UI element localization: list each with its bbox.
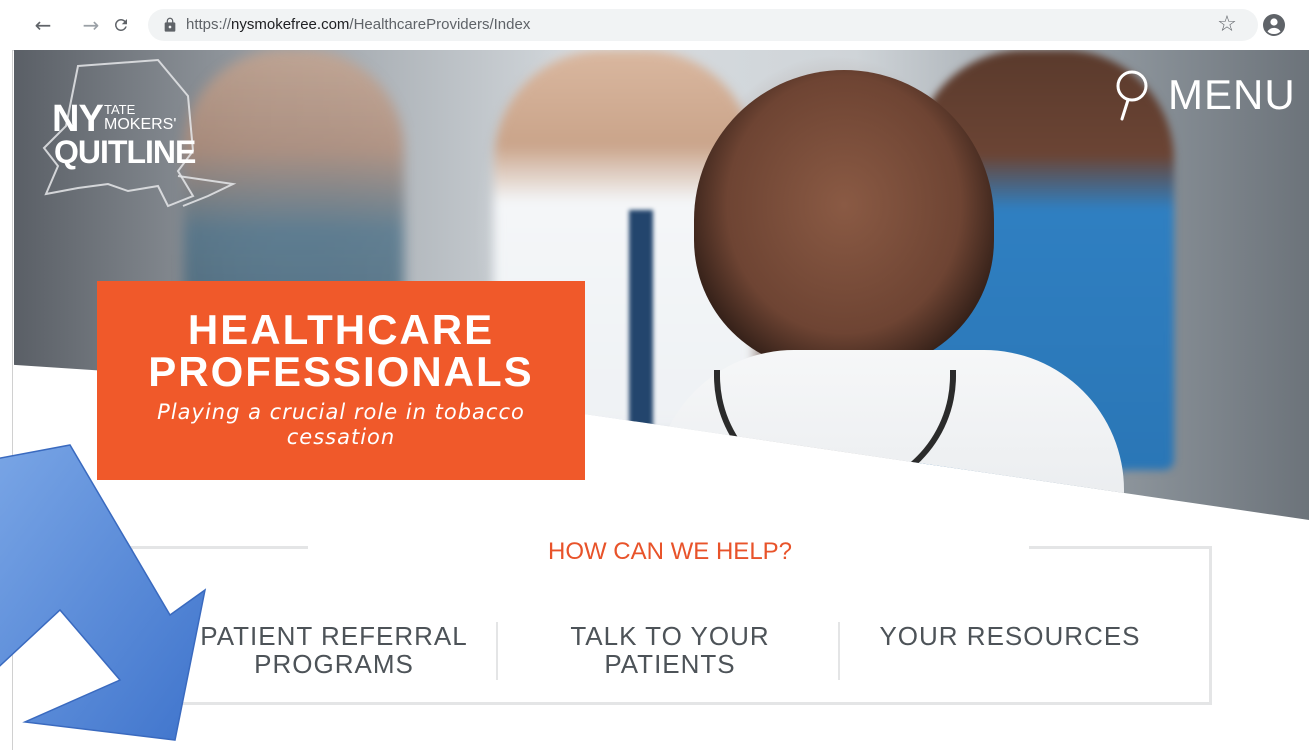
arrow-right-icon: → bbox=[82, 13, 100, 37]
page-title-line1: HEALTHCARE bbox=[187, 306, 495, 353]
help-box-top-right-border bbox=[1029, 546, 1209, 549]
star-icon: ☆ bbox=[1217, 12, 1237, 37]
account-circle-icon[interactable] bbox=[1262, 13, 1286, 37]
logo-quitline: QUITLINE bbox=[54, 134, 196, 170]
hero-stethoscope bbox=[714, 370, 956, 496]
back-button[interactable]: ← bbox=[28, 10, 58, 40]
url-protocol: https:// bbox=[186, 16, 232, 33]
arrow-left-icon: ← bbox=[34, 13, 52, 37]
menu-button[interactable]: MENU bbox=[1110, 69, 1296, 121]
help-heading: HOW CAN WE HELP? bbox=[547, 538, 793, 565]
reload-button[interactable] bbox=[106, 10, 136, 40]
lock-icon bbox=[164, 17, 176, 32]
reload-icon bbox=[114, 18, 127, 31]
help-link-talk-line2[interactable]: PATIENTS bbox=[604, 649, 735, 679]
help-link-talk-to-patients[interactable]: TALK TO YOUR PATIENTS bbox=[515, 622, 825, 678]
hero-person-main bbox=[694, 70, 994, 370]
help-divider-1 bbox=[496, 622, 498, 680]
bookmark-star-button[interactable]: ☆ bbox=[1214, 12, 1240, 38]
help-link-your-resources[interactable]: YOUR RESOURCES bbox=[860, 622, 1160, 650]
menu-label[interactable]: MENU bbox=[1168, 71, 1296, 119]
help-link-talk-line1[interactable]: TALK TO YOUR bbox=[570, 621, 769, 651]
logo-state: TATE bbox=[104, 102, 136, 117]
hero-tie bbox=[629, 210, 653, 430]
address-bar[interactable]: https://nysmokefree.com/HealthcareProvid… bbox=[148, 9, 1258, 41]
help-link-resources-line1[interactable]: YOUR RESOURCES bbox=[879, 621, 1140, 651]
help-divider-2 bbox=[838, 622, 840, 680]
url-path: /HealthcareProviders/Index bbox=[349, 16, 531, 33]
url-host: nysmokefree.com bbox=[231, 16, 350, 33]
page-title: HEALTHCARE PROFESSIONALS bbox=[97, 309, 585, 393]
search-icon[interactable] bbox=[1110, 69, 1154, 121]
annotation-arrow-icon bbox=[0, 444, 207, 741]
help-link-patient-referral-line2[interactable]: PROGRAMS bbox=[254, 649, 414, 679]
browser-toolbar: ← → https://nysmokefree.com/HealthcarePr… bbox=[0, 0, 1309, 51]
forward-button[interactable]: → bbox=[76, 10, 106, 40]
logo-smokers: MOKERS' bbox=[104, 116, 177, 133]
url-text[interactable]: https://nysmokefree.com/HealthcareProvid… bbox=[186, 16, 530, 33]
page-title-line2: PROFESSIONALS bbox=[148, 348, 534, 395]
